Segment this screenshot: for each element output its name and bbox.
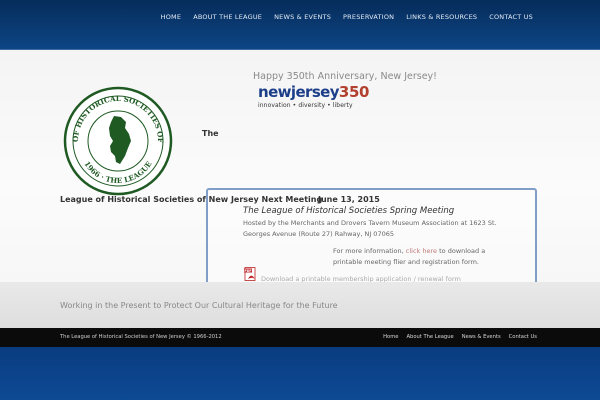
click-here-link[interactable]: click here: [406, 247, 437, 255]
intro-the-label: The: [202, 129, 219, 138]
nj350-logo-number: 350: [338, 83, 370, 101]
pdf-icon[interactable]: PDF: [244, 267, 259, 282]
anniversary-headline: Happy 350th Anniversary, New Jersey!: [253, 71, 437, 82]
main-nav: HOME ABOUT THE LEAGUE NEWS & EVENTS PRES…: [155, 13, 539, 21]
meeting-heading: League of Historical Societies of New Je…: [60, 195, 323, 204]
footer-link-contact-us[interactable]: Contact Us: [501, 334, 537, 340]
meeting-info: For more information, click here to down…: [333, 246, 503, 268]
nav-news-events[interactable]: NEWS & EVENTS: [268, 13, 337, 21]
nj350-logo-word: newjersey: [258, 83, 340, 101]
meeting-date: June 13, 2015: [318, 195, 380, 204]
site-tagline: Working in the Present to Protect Our Cu…: [60, 301, 338, 310]
nav-about-the-league[interactable]: ABOUT THE LEAGUE: [187, 13, 268, 21]
nj350-logo[interactable]: newjersey350 innovation • diversity • li…: [258, 82, 370, 114]
info-prefix: For more information,: [333, 247, 404, 255]
footer-nav: Home About The League News & Events Cont…: [375, 334, 537, 340]
meeting-host-text: Hosted by the Merchants and Drovers Tave…: [243, 219, 497, 238]
nj350-logo-tagline: innovation • diversity • liberty: [258, 102, 353, 109]
meeting-title: The League of Historical Societies Sprin…: [243, 206, 455, 216]
site-header: HOME ABOUT THE LEAGUE NEWS & EVENTS PRES…: [0, 0, 600, 50]
league-seal-logo[interactable]: THE LEAGUE OF HISTORICAL SOCIETIES OF NE…: [63, 86, 173, 196]
nav-contact-us[interactable]: CONTACT US: [483, 13, 539, 21]
footer-link-about-the-league[interactable]: About The League: [398, 334, 453, 340]
svg-text:PDF: PDF: [244, 269, 251, 273]
nav-preservation[interactable]: PRESERVATION: [337, 13, 400, 21]
footer-link-news-events[interactable]: News & Events: [454, 334, 501, 340]
copyright-text: The League of Historical Societies of Ne…: [60, 334, 222, 340]
nav-home[interactable]: HOME: [155, 13, 188, 21]
nav-links-resources[interactable]: LINKS & RESOURCES: [400, 13, 483, 21]
page-bottom-background: [0, 347, 600, 400]
footer-link-home[interactable]: Home: [375, 334, 398, 340]
